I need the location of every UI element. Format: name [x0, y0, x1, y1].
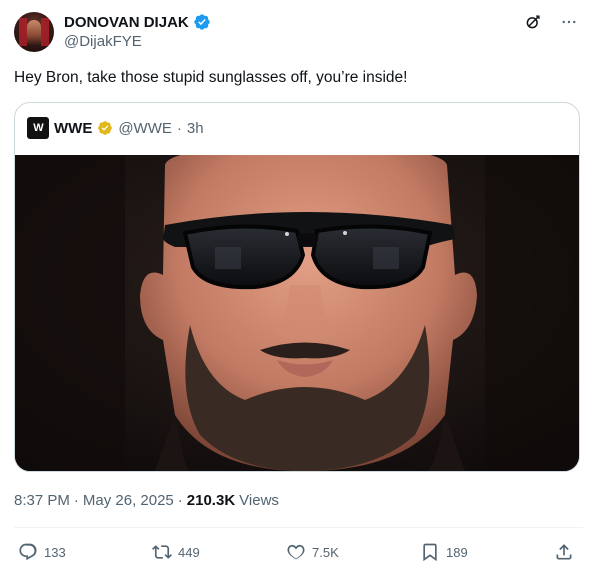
share-icon — [554, 542, 574, 562]
like-count: 7.5K — [312, 544, 339, 560]
like-button[interactable]: 7.5K — [286, 542, 339, 562]
quoted-tweet[interactable]: W WWE @WWE · 3h — [14, 102, 580, 472]
reply-button[interactable]: 133 — [18, 542, 66, 562]
separator-dot: · — [177, 492, 183, 509]
views-label: Views — [239, 492, 279, 509]
grok-icon[interactable] — [523, 12, 543, 32]
separator-dot: · — [176, 119, 182, 137]
divider — [14, 527, 583, 528]
repost-button[interactable]: 449 — [152, 542, 200, 562]
quoted-author-handle[interactable]: @WWE — [118, 120, 172, 137]
tweet-header: DONOVAN DIJAK @DijakFYE — [14, 12, 583, 54]
reply-icon — [18, 542, 38, 562]
tweet-date[interactable]: May 26, 2025 — [83, 492, 174, 509]
verified-badge-icon — [97, 120, 113, 136]
quoted-media-image[interactable] — [15, 155, 579, 471]
bookmark-button[interactable]: 189 — [420, 542, 468, 562]
reply-count: 133 — [44, 544, 66, 560]
share-button[interactable] — [554, 542, 574, 562]
like-icon — [286, 542, 306, 562]
more-icon[interactable] — [559, 12, 579, 32]
quoted-author-name[interactable]: WWE — [54, 120, 92, 137]
quoted-timestamp[interactable]: 3h — [187, 120, 204, 137]
bookmark-icon — [420, 542, 440, 562]
avatar[interactable] — [14, 12, 54, 52]
action-bar: 133 449 7.5K 189 — [14, 538, 583, 566]
quoted-tweet-header: W WWE @WWE · 3h — [27, 117, 204, 139]
author-name-row: DONOVAN DIJAK — [64, 13, 211, 31]
verified-badge-icon — [193, 13, 211, 31]
tweet-time[interactable]: 8:37 PM — [14, 492, 70, 509]
wwe-logo[interactable]: W — [27, 117, 49, 139]
views-count: 210.3K — [186, 492, 236, 509]
author-handle[interactable]: @DijakFYE — [64, 33, 142, 50]
repost-count: 449 — [178, 544, 200, 560]
bookmark-count: 189 — [446, 544, 468, 560]
author-name[interactable]: DONOVAN DIJAK — [64, 14, 189, 31]
tweet-text: Hey Bron, take those stupid sunglasses o… — [14, 69, 408, 86]
repost-icon — [152, 542, 172, 562]
tweet-meta: 8:37 PM · May 26, 2025 · 210.3K Views — [14, 492, 279, 509]
separator-dot: · — [73, 492, 79, 509]
